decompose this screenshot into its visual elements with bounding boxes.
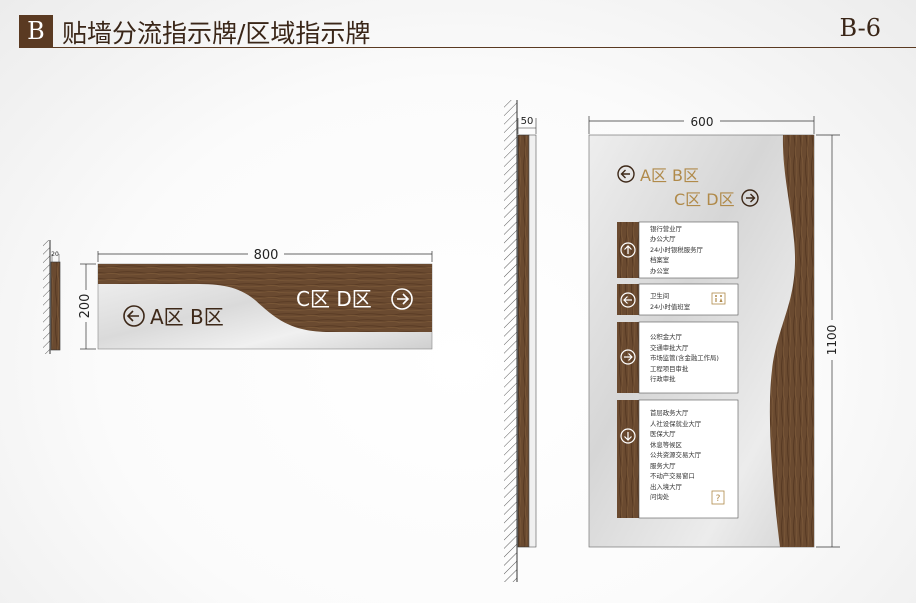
direction-group-down: 首层政务大厅 人社设保就业大厅 医保大厅 休息等候区 公共资源交易大厅 服务大厅… <box>617 399 739 519</box>
list-item: 服务大厅 <box>650 461 676 470</box>
list-item: 休息等候区 <box>650 440 683 449</box>
direction-group-up: 银行营业厅 办公大厅 24小时银税服务厅 档案室 办公室 <box>617 221 739 279</box>
list-item: 银行营业厅 <box>650 224 683 233</box>
side-thickness-label: 50 <box>521 116 534 127</box>
width-dimension: 600 <box>691 115 714 129</box>
top-left-direction-text: A区 B区 <box>640 166 699 185</box>
top-right-direction-text: C区 D区 <box>674 190 735 209</box>
wall-hatch <box>504 100 517 582</box>
group-wood-tab <box>617 400 639 518</box>
sign-side-metal <box>528 134 537 548</box>
sign-side-wood <box>517 134 530 548</box>
list-item: 办公大厅 <box>650 234 676 243</box>
side-thickness-label: 20 <box>51 251 59 258</box>
left-direction-text: A区 B区 <box>150 305 224 329</box>
height-dimension: 1100 <box>825 325 839 356</box>
list-item: 人社设保就业大厅 <box>650 419 702 428</box>
list-item: 24小时银税服务厅 <box>650 245 703 254</box>
list-item: 办公室 <box>650 266 670 275</box>
list-item: 交通审批大厅 <box>650 343 689 352</box>
list-item: 24小时值班室 <box>650 302 691 311</box>
list-item: 问询处 <box>650 492 670 501</box>
direction-group-left: 卫生间 24小时值班室 <box>617 283 739 316</box>
list-item: 公共资源交易大厅 <box>650 450 702 459</box>
horizontal-sign-front-view: 800 200 A区 B区 C区 D区 <box>78 248 433 350</box>
question-icon-glyph: ? <box>716 494 721 504</box>
vertical-sign-front-view: 600 1100 A区 B区 C区 D区 银行营业厅 办公大厅 24小时银税服务… <box>588 115 840 548</box>
list-item: 行政审批 <box>650 374 676 383</box>
list-item: 市场监管(含金融工作局) <box>650 353 719 362</box>
list-item: 工程项目审批 <box>650 364 689 373</box>
sign-side-edge <box>50 261 61 351</box>
drawing-canvas: 20 800 200 A区 B区 C区 D区 50 600 1100 A区 B区… <box>43 100 840 582</box>
list-item: 不动产交易窗口 <box>650 471 695 480</box>
right-direction-text: C区 D区 <box>296 287 372 311</box>
list-item: 首层政务大厅 <box>650 408 689 417</box>
wall-hatch <box>43 240 50 354</box>
list-item: 档案室 <box>650 255 670 264</box>
list-item: 医保大厅 <box>650 429 676 438</box>
list-item: 公积金大厅 <box>650 332 683 341</box>
width-dimension: 800 <box>254 248 279 263</box>
vertical-sign-side-view: 50 <box>504 100 537 582</box>
list-item: 卫生间 <box>650 291 669 300</box>
direction-group-right: 公积金大厅 交通审批大厅 市场监管(含金融工作局) 工程项目审批 行政审批 <box>617 321 739 394</box>
height-dimension: 200 <box>78 294 93 319</box>
horizontal-sign-side-view: 20 <box>43 240 61 354</box>
list-item: 出入境大厅 <box>650 482 683 491</box>
